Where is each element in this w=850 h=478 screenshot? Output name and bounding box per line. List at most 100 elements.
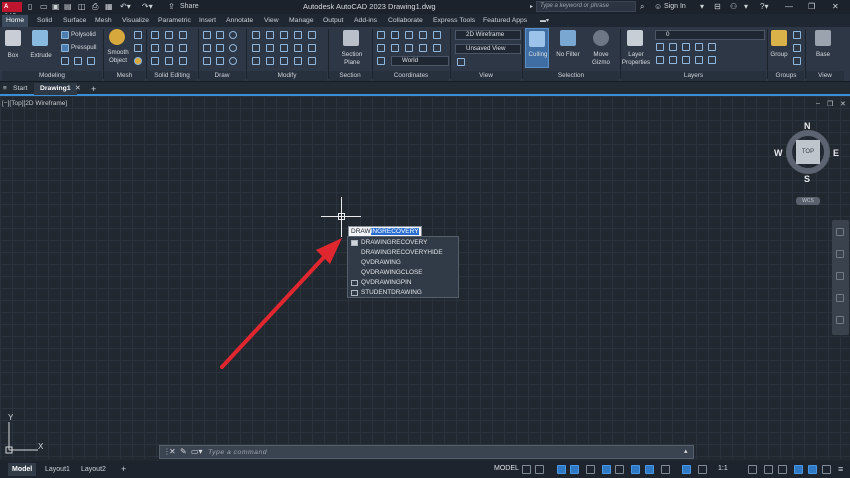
undo-icon[interactable]: ↶▾ [120, 2, 131, 12]
modeling-tool-a-icon[interactable] [61, 57, 69, 65]
separate-icon[interactable] [151, 57, 159, 65]
polar-icon[interactable] [570, 465, 579, 474]
add-layout-icon[interactable]: + [117, 463, 130, 476]
tab-manage[interactable]: Manage [289, 15, 314, 27]
polysolid-icon[interactable] [61, 31, 69, 39]
sign-in-dropdown-icon[interactable]: ▾ [700, 2, 704, 12]
menu-icon[interactable]: ≡ [3, 83, 7, 95]
circle-icon[interactable] [229, 31, 237, 39]
command-line[interactable]: ⋮ ✕ ✎ ▭▾ Type a command ▴ [159, 445, 694, 459]
isolate-objects-icon[interactable] [808, 465, 817, 474]
ucs-face-icon[interactable] [405, 44, 413, 52]
panel-view-base[interactable]: View [806, 71, 844, 81]
panel-solid-editing[interactable]: Solid Editing [147, 71, 197, 81]
ucs-3point-icon[interactable] [419, 31, 427, 39]
snap-icon[interactable] [535, 465, 544, 474]
share-icon[interactable]: ⇪ [168, 2, 175, 12]
autocomplete-item[interactable]: DRAWINGRECOVERYHIDE [361, 248, 443, 258]
stretch-icon[interactable] [252, 57, 260, 65]
group-edit-icon[interactable] [793, 44, 801, 52]
wcs-menu[interactable]: WCS [796, 197, 820, 205]
mesh-tool-b-icon[interactable] [134, 44, 142, 52]
clean-screen-icon[interactable] [822, 465, 831, 474]
annotation-monitor-icon[interactable] [764, 465, 773, 474]
copy-icon[interactable] [252, 44, 260, 52]
quick-properties-icon[interactable] [794, 465, 803, 474]
grid-icon[interactable] [522, 465, 531, 474]
annotation-autoscale-icon[interactable] [698, 465, 707, 474]
close-tab-icon[interactable]: ✕ [75, 83, 81, 95]
ucs-named-icon[interactable] [377, 57, 385, 65]
orbit-icon[interactable] [836, 294, 844, 302]
open-file-icon[interactable]: ▭ [40, 2, 48, 12]
ucs-world-icon[interactable] [391, 31, 399, 39]
layer-tool-a-icon[interactable] [656, 43, 664, 51]
recent-commands-icon[interactable]: ▭▾ [191, 447, 203, 456]
panel-selection[interactable]: Selection [523, 71, 619, 81]
transparency-icon[interactable] [645, 465, 654, 474]
panel-draw[interactable]: Draw [199, 71, 245, 81]
tab-view[interactable]: View [264, 15, 279, 27]
ucs-y-icon[interactable] [433, 44, 441, 52]
tab-annotate[interactable]: Annotate [226, 15, 253, 27]
move-icon[interactable] [252, 31, 260, 39]
polygon-icon[interactable] [203, 57, 211, 65]
no-filter-icon[interactable] [560, 30, 576, 46]
panel-mesh[interactable]: Mesh [104, 71, 145, 81]
viewport-label[interactable]: [−][Top][2D Wireframe] [2, 100, 67, 107]
new-file-icon[interactable]: ▯ [28, 2, 32, 12]
new-tab-icon[interactable]: + [91, 83, 96, 95]
pan-icon[interactable] [836, 250, 844, 258]
viewport-minimize-icon[interactable]: – [816, 100, 820, 107]
panel-modify[interactable]: Modify [247, 71, 327, 81]
group-icon[interactable] [771, 30, 787, 46]
rectangle-icon[interactable] [216, 44, 224, 52]
move-gizmo-button[interactable]: Move Gizmo [587, 51, 615, 67]
command-input[interactable]: Type a command [208, 448, 267, 457]
extrude-icon[interactable] [32, 30, 48, 46]
isodraft-icon[interactable] [586, 465, 595, 474]
customization-menu-icon[interactable]: ≡ [838, 464, 843, 474]
ucs-x-icon[interactable] [433, 31, 441, 39]
tab-parametric[interactable]: Parametric [158, 15, 191, 27]
ucs-icon[interactable] [377, 31, 385, 39]
minimize-icon[interactable]: — [785, 1, 793, 12]
section-plane-button[interactable]: Section Plane [334, 51, 370, 67]
user-icon[interactable]: ☺ [654, 2, 662, 12]
box-icon[interactable] [5, 30, 21, 46]
close-command-line-icon[interactable]: ✕ [169, 447, 176, 456]
ribbon-minimize-icon[interactable]: ▬▾ [540, 15, 549, 27]
tab-solid[interactable]: Solid [37, 15, 52, 27]
spline-icon[interactable] [229, 57, 237, 65]
layer-tool-b-icon[interactable] [669, 43, 677, 51]
smooth-object-button[interactable]: Smooth Object [104, 49, 132, 65]
autocomplete-item[interactable]: STUDENTDRAWING [361, 288, 422, 298]
search-input[interactable]: Type a keyword or phrase [536, 1, 636, 12]
workspace-gear-icon[interactable] [748, 465, 757, 474]
base-button[interactable]: Base [808, 51, 838, 59]
tab-model[interactable]: Model [8, 463, 37, 476]
autocomplete-item[interactable]: QVDRAWINGPIN [361, 278, 412, 288]
tab-visualize[interactable]: Visualize [122, 15, 149, 27]
web-save-icon[interactable]: ◫ [78, 2, 86, 12]
compass-north[interactable]: N [804, 121, 811, 131]
offset-icon[interactable] [308, 44, 316, 52]
section-plane-icon[interactable] [343, 30, 359, 46]
object-snap-icon[interactable] [615, 465, 624, 474]
tab-mesh[interactable]: Mesh [95, 15, 112, 27]
redo-icon[interactable]: ↷▾ [142, 2, 153, 12]
selection-cycling-icon[interactable] [661, 465, 670, 474]
compass-west[interactable]: W [774, 148, 783, 158]
modeling-tool-b-icon[interactable] [74, 57, 82, 65]
trim-icon[interactable] [280, 31, 288, 39]
layer-properties-button[interactable]: Layer Properties [620, 51, 652, 67]
compass-east[interactable]: E [833, 148, 839, 158]
command-history-icon[interactable]: ▴ [684, 447, 688, 455]
autocomplete-item[interactable]: DRAWINGRECOVERY [361, 238, 427, 248]
tab-featured-apps[interactable]: Featured Apps [483, 15, 527, 27]
polysolid-button[interactable]: Polysolid [71, 31, 96, 39]
ucs-origin-icon[interactable] [405, 31, 413, 39]
model-space-toggle[interactable]: MODEL [494, 465, 519, 472]
autocomplete-item[interactable]: QVDRAWING [361, 258, 401, 268]
tab-collaborate[interactable]: Collaborate [388, 15, 423, 27]
